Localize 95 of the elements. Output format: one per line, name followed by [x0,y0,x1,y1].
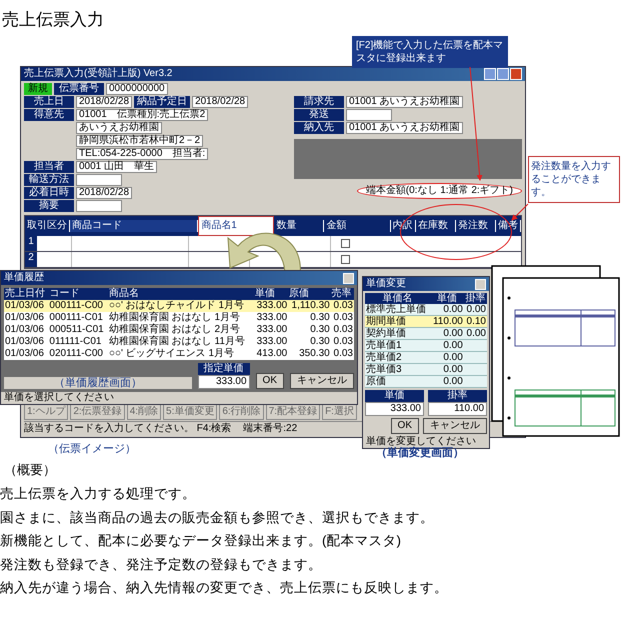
column-header: 数量 [274,220,324,232]
mode-badge: 新規 [24,83,52,95]
image-caption: （伝票イメージ） [48,442,136,456]
column-header: 売上日付 [4,288,48,300]
column-header: 商品コード [70,220,198,232]
close-icon[interactable] [475,278,486,290]
function-key-button[interactable]: 6:行削除 [219,404,264,420]
field-label: 掛率 [428,390,487,402]
field-value[interactable]: 2018/02/28 [76,187,132,199]
function-key-button[interactable]: 5:単価変更 [163,404,218,420]
field-value[interactable]: 0001 山田 華生 [76,161,158,173]
dialog-button[interactable]: OK [390,418,419,434]
column-header: 原価 [288,288,331,300]
table-row[interactable]: 01/03/06 000111-C01 幼稚園保育園 おはなし 1月号 333.00 0.30 0.03 [4,312,354,324]
window-title: 単価履歴 [4,272,45,284]
column-header: 商品名 [108,288,254,300]
table-row[interactable]: 売単価1 0.00 [365,340,487,352]
column-header: 売率 [330,288,354,300]
overview-heading: （概要） [4,461,57,479]
column-header: 単価名 [365,293,430,304]
overview-text: 発注数も登録でき、発注予定数の登録もできます。 [0,556,323,574]
field-label: 納品予定日 [134,96,190,108]
dialog-button[interactable]: OK [256,373,284,389]
table-row[interactable]: 01/03/06 000511-C01 幼稚園保育園 おはなし 2月号 333.00 0.30 0.03 [4,324,354,336]
field-label: 指定単価 [198,363,250,375]
field-label: 伝票番号 [54,83,104,95]
input-field[interactable] [76,174,122,186]
field-label: 請求先 [294,96,344,108]
table-row[interactable]: 原価 0.00 [365,376,487,388]
column-header: コード [48,288,108,300]
input-field[interactable] [346,109,392,121]
column-header: 在庫数 [416,220,456,232]
image-caption: （単価変更画面） [376,446,464,460]
table-row[interactable]: 契約単価 0.00 0.00 [365,328,487,340]
function-key-button[interactable]: 2:伝票登録 [70,404,125,420]
window-title: 単価変更 [366,278,407,290]
table-row[interactable]: 01/03/06 020111-C00 ○○' ビッグサイエンス 1月号 413.00 350.30 0.03 [4,348,354,360]
page-title: 売上伝票入力 [1,9,105,31]
table-row[interactable]: 売単価2 0.00 [365,352,487,364]
field-value[interactable]: あいうえお幼稚園 [76,122,162,134]
field-label: 単価 [365,390,424,402]
table-row[interactable]: 01/03/06 011111-C01 幼稚園保育園 おはなし 11月号 333.00 0.30 0.03 [4,336,354,348]
overview-text: 園さまに、該当商品の過去の販売金額も参照でき、選択もできます。 [0,508,435,526]
field-value[interactable]: 01001 伝票種別:売上伝票2 [76,109,208,121]
window-controls-icon[interactable] [484,68,522,80]
rate-field[interactable]: 110.00 [428,402,487,416]
field-value[interactable]: 01001 あいうえお幼稚園 [346,96,463,108]
table-row[interactable]: 売単価3 0.00 [365,364,487,376]
callout: 発注数量を入力することができます。 [528,156,620,203]
field-label: 得意先 [24,109,74,121]
column-header: 単価 [254,288,288,300]
input-field[interactable] [76,200,122,212]
price-type-note: 端本金額(0:なし 1:通常 2:ギフト) [356,183,522,199]
close-icon[interactable] [343,272,354,284]
field-label: 必着日時 [24,187,74,199]
column-header: 発注数 [456,220,496,232]
field-value[interactable]: 静岡県浜松市若林中町2－2 [76,135,204,147]
dialog-caption: （単価履歴画面） [4,377,192,389]
table-row[interactable]: 01/03/06 000111-C00 ○○' おはなしチャイルド 1月号 333.00 1,110.30 0.03 [4,300,354,312]
function-key-button[interactable]: 1:ヘルプ [24,404,68,420]
field-label: 売上日 [24,96,74,108]
price-field[interactable]: 333.00 [198,375,250,389]
row-number: 2 [25,252,37,267]
checkbox[interactable] [341,255,350,264]
function-key-button[interactable]: F:選択 [322,404,357,420]
window-title: 売上伝票入力(受領計上版) Ver3.2 [24,68,174,80]
leader-line [511,204,528,221]
row-number: 1 [25,236,37,251]
field-label: 納入先 [294,122,344,134]
terminal-number: 端末番号:22 [243,423,298,435]
column-header: 掛率 [464,293,487,304]
field-label: 輸送方法 [24,174,74,186]
price-field[interactable]: 333.00 [365,402,424,416]
overview-text: 売上伝票を入力する処理です。 [0,485,197,503]
field-value[interactable]: 01001 あいうえお幼稚園 [346,122,463,134]
field-label: 摘要 [24,200,74,212]
field-value[interactable]: 2018/02/28 [192,96,248,108]
dialog-button[interactable]: キャンセル [290,373,354,389]
function-key-button[interactable]: 4:削除 [126,404,162,420]
function-key-button[interactable]: 7:配本登録 [266,404,320,420]
checkbox[interactable] [341,239,350,248]
slip-number-field[interactable]: 0000000000 [106,83,168,95]
column-header: 金額 [324,220,391,232]
status-text: 単価を選択してください [1,392,357,404]
status-text: 該当するコードを入力してください。 F4:検索 [24,423,232,435]
field-label: 発送 [294,109,344,121]
overview-text: 納入先が違う場合、納入先情報の変更でき、売上伝票にも反映します。 [0,579,449,597]
column-header: 単価 [430,293,464,304]
field-label: 担当者 [24,161,74,173]
column-header: 商品名1 [198,216,274,236]
field-value[interactable]: 2018/02/28 [76,96,132,108]
callout: [F2]機能で入力した伝票を配本マスタに登録出来ます [352,36,508,68]
dialog-button[interactable]: キャンセル [423,418,487,434]
overview-text: 新機能として、配本に必要なデータ登録出来ます。(配本マスタ) [0,532,402,550]
field-value[interactable]: TEL:054-225-0000 担当者: [76,148,208,160]
